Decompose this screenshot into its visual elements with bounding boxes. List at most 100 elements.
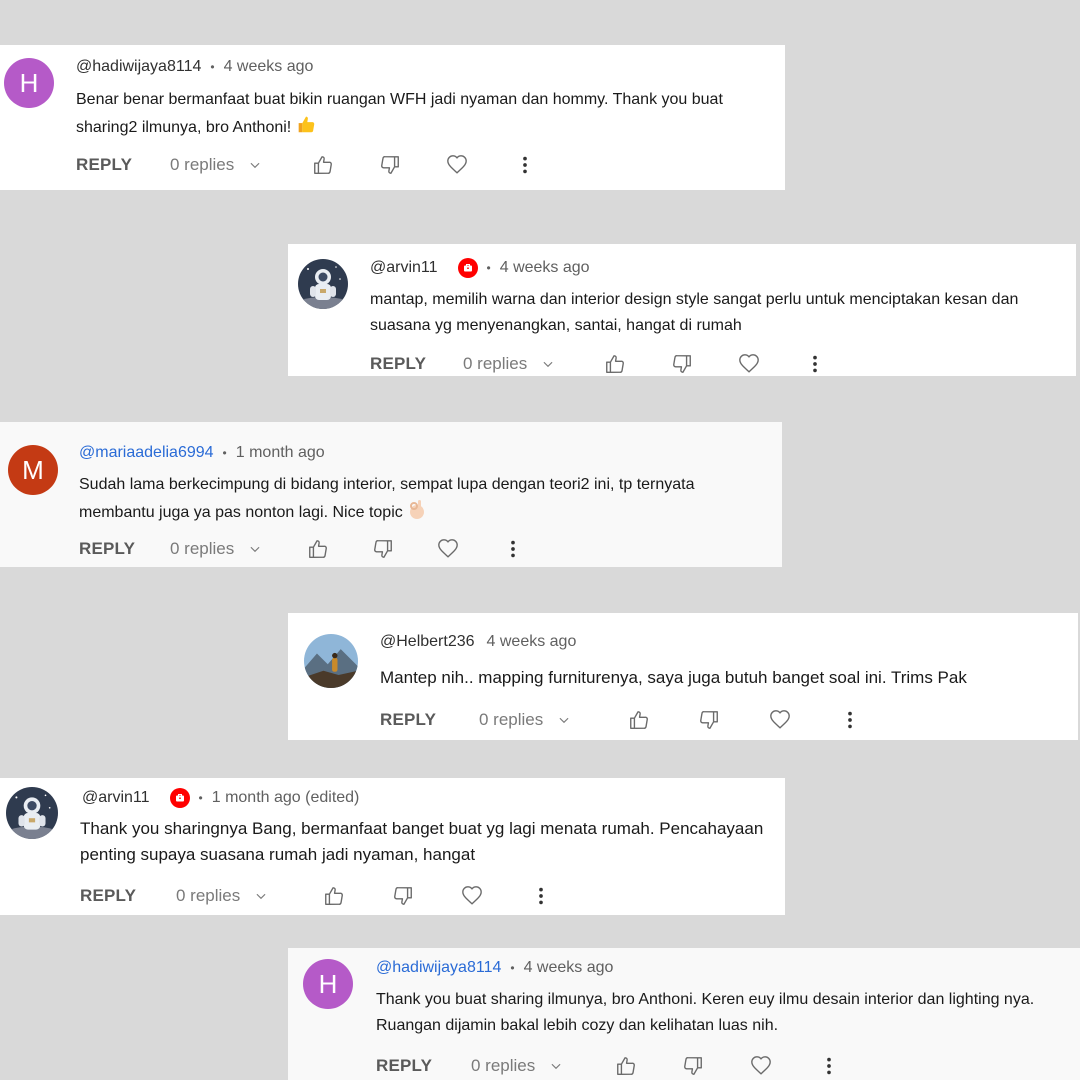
comment-author[interactable]: @hadiwijaya8114 [376, 959, 501, 977]
reply-button[interactable]: REPLY [76, 155, 132, 175]
comment-header: @arvin11 • 1 month ago (edited) [82, 788, 359, 808]
reply-button[interactable]: REPLY [380, 710, 436, 730]
heart-icon [446, 154, 468, 176]
dislike-button[interactable] [379, 154, 401, 176]
avatar[interactable] [6, 787, 58, 839]
replies-toggle[interactable]: 0 replies [471, 1056, 563, 1076]
comment-text: Thank you sharingnya Bang, bermanfaat ba… [80, 816, 780, 868]
heart-button[interactable] [446, 154, 468, 176]
like-button[interactable] [323, 885, 345, 907]
astronaut-avatar-image [6, 787, 58, 839]
dislike-button[interactable] [392, 885, 414, 907]
comment-actions: REPLY 0 replies [370, 352, 1070, 376]
replies-toggle[interactable]: 0 replies [176, 886, 268, 906]
replies-count: 0 replies [176, 886, 241, 905]
heart-button[interactable] [738, 353, 760, 375]
comment-actions: REPLY 0 replies [80, 884, 780, 908]
comment-line: mantap, memilih warna dan interior desig… [370, 291, 1019, 308]
reply-button[interactable]: REPLY [376, 1056, 432, 1076]
comment-time[interactable]: 1 month ago (edited) [212, 789, 360, 807]
avatar[interactable] [298, 259, 348, 309]
thumbs-down-outline-icon [698, 709, 720, 731]
comment-card: M @mariaadelia6994 • 1 month ago Sudah l… [0, 422, 782, 567]
replies-toggle[interactable]: 0 replies [170, 155, 262, 175]
thumbs-down-outline-icon [671, 353, 693, 375]
comment-time[interactable]: 4 weeks ago [224, 58, 314, 76]
heart-icon [750, 1055, 772, 1077]
like-button[interactable] [312, 154, 334, 176]
avatar-letter: H [318, 968, 338, 999]
more-vertical-icon [839, 709, 861, 731]
more-options-button[interactable] [514, 154, 536, 176]
dislike-button[interactable] [372, 538, 394, 560]
dislike-button[interactable] [671, 353, 693, 375]
like-button[interactable] [628, 709, 650, 731]
comment-line: sharing2 ilmunya, bro Anthoni! [76, 119, 292, 136]
more-options-button[interactable] [502, 538, 524, 560]
comment-text: Sudah lama berkecimpung di bidang interi… [79, 472, 769, 529]
heart-button[interactable] [461, 885, 483, 907]
replies-toggle[interactable]: 0 replies [170, 539, 262, 559]
comment-text: Thank you buat sharing ilmunya, bro Anth… [376, 987, 1076, 1039]
comment-time[interactable]: 4 weeks ago [500, 259, 590, 277]
comment-text: mantap, memilih warna dan interior desig… [370, 287, 1070, 339]
thumbs-up-outline-icon [307, 538, 329, 560]
comment-line: Benar benar bermanfaat buat bikin ruanga… [76, 91, 723, 108]
reply-button[interactable]: REPLY [80, 886, 136, 906]
comment-line: Sudah lama berkecimpung di bidang interi… [79, 476, 695, 493]
comment-author[interactable]: @arvin11 [370, 259, 438, 277]
avatar[interactable]: H [303, 959, 353, 1009]
landscape-avatar-image [304, 634, 358, 688]
comment-author[interactable]: @mariaadelia6994 [79, 444, 214, 462]
more-vertical-icon [514, 154, 536, 176]
replies-toggle[interactable]: 0 replies [479, 710, 571, 730]
avatar[interactable] [304, 634, 358, 688]
chevron-down-icon [254, 889, 268, 903]
like-button[interactable] [307, 538, 329, 560]
like-button[interactable] [604, 353, 626, 375]
replies-count: 0 replies [471, 1056, 536, 1075]
ok-hand-icon [407, 498, 427, 529]
like-button[interactable] [615, 1055, 637, 1077]
comment-line: membantu juga ya pas nonton lagi. Nice t… [79, 504, 403, 521]
heart-button[interactable] [769, 709, 791, 731]
chevron-down-icon [549, 1059, 563, 1073]
comment-line: Thank you buat sharing ilmunya, bro Anth… [376, 991, 1035, 1008]
comment-card: @arvin11 • 4 weeks ago mantap, memilih w… [288, 244, 1076, 376]
avatar[interactable]: H [4, 58, 54, 108]
thumbs-down-outline-icon [682, 1055, 704, 1077]
comment-actions: REPLY 0 replies [376, 1054, 1076, 1078]
reply-button[interactable]: REPLY [79, 539, 135, 559]
thumbs-up-icon [295, 113, 317, 144]
more-vertical-icon [804, 353, 826, 375]
dislike-button[interactable] [682, 1055, 704, 1077]
creator-badge-icon [457, 258, 478, 278]
separator-dot: • [510, 961, 515, 975]
reply-button[interactable]: REPLY [370, 354, 426, 374]
separator-dot: • [198, 791, 203, 805]
thumbs-up-outline-icon [615, 1055, 637, 1077]
chevron-down-icon [541, 357, 555, 371]
comment-text: Benar benar bermanfaat buat bikin ruanga… [76, 87, 776, 144]
replies-count: 0 replies [170, 539, 235, 558]
comment-author[interactable]: @hadiwijaya8114 [76, 58, 201, 76]
comment-author[interactable]: @arvin11 [82, 789, 150, 807]
heart-button[interactable] [750, 1055, 772, 1077]
more-options-button[interactable] [839, 709, 861, 731]
comment-time[interactable]: 4 weeks ago [487, 633, 577, 651]
comment-card: @arvin11 • 1 month ago (edited) Thank yo… [0, 778, 785, 915]
comment-time[interactable]: 1 month ago [236, 444, 325, 462]
heart-button[interactable] [437, 538, 459, 560]
comment-actions: REPLY 0 replies [380, 708, 1070, 732]
replies-toggle[interactable]: 0 replies [463, 354, 555, 374]
comment-time[interactable]: 4 weeks ago [524, 959, 614, 977]
more-options-button[interactable] [818, 1055, 840, 1077]
thumbs-up-outline-icon [628, 709, 650, 731]
comment-author[interactable]: @Helbert236 [380, 633, 475, 651]
thumbs-down-outline-icon [392, 885, 414, 907]
dislike-button[interactable] [698, 709, 720, 731]
more-options-button[interactable] [530, 885, 552, 907]
more-options-button[interactable] [804, 353, 826, 375]
avatar[interactable]: M [8, 445, 58, 495]
comment-text: Mantep nih.. mapping furniturenya, saya … [380, 665, 1070, 691]
